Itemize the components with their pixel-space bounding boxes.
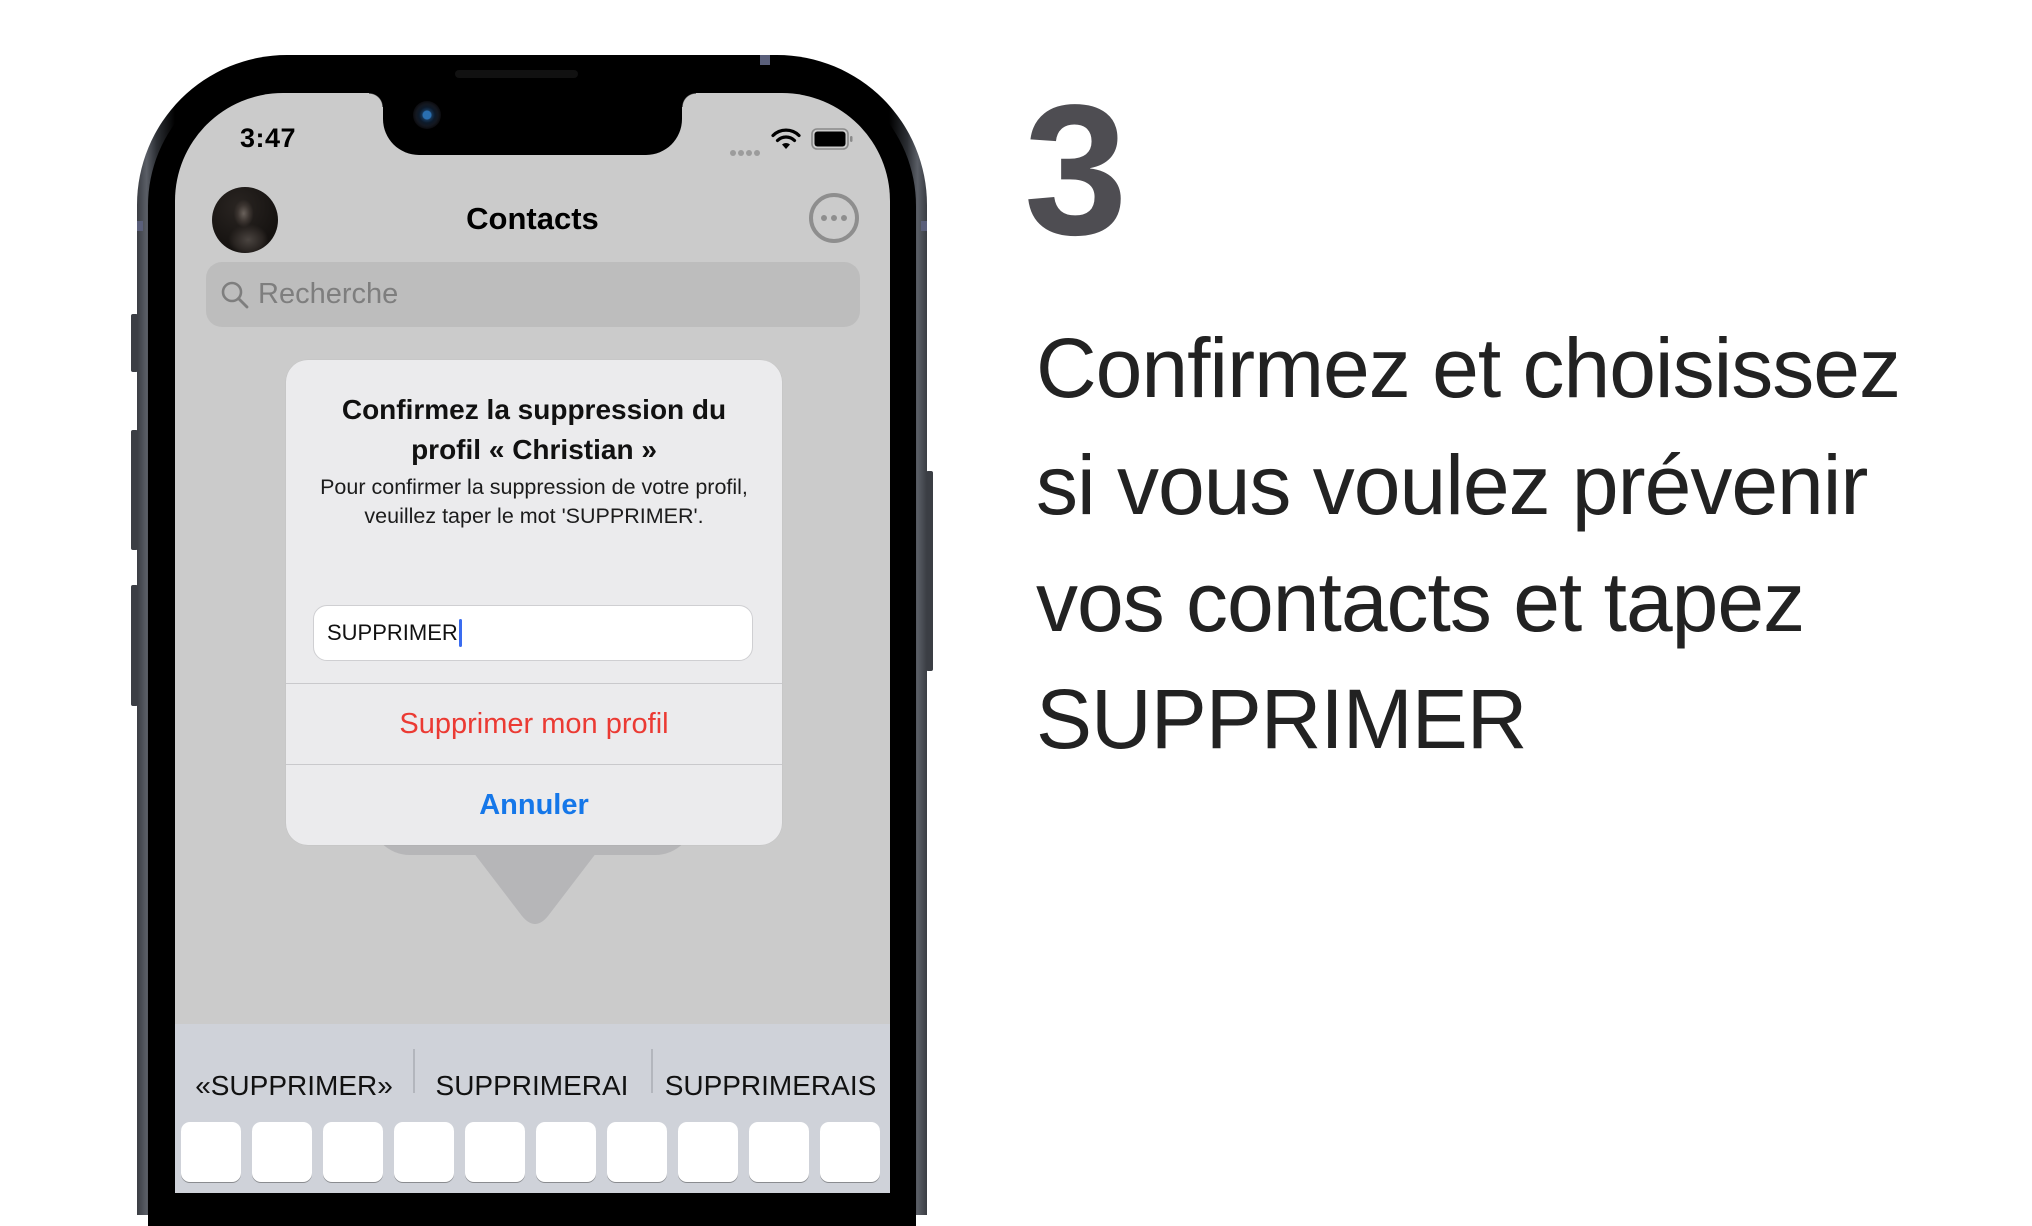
ellipsis-dot-icon bbox=[821, 215, 827, 221]
confirmation-text-value: SUPPRIMER bbox=[327, 620, 458, 645]
front-camera bbox=[413, 101, 441, 129]
alert-message: Pour confirmer la suppression de votre p… bbox=[320, 475, 748, 528]
status-time: 3:47 bbox=[240, 123, 297, 153]
caption-line: Confirmez et choisissez bbox=[1036, 321, 1901, 415]
alert-title: Confirmez la suppression du profil « Chr… bbox=[341, 394, 727, 465]
caption-line: SUPPRIMER bbox=[1036, 672, 1527, 766]
keyboard-key[interactable] bbox=[678, 1122, 738, 1182]
popover-arrow bbox=[470, 848, 600, 924]
caption-line: vos contacts et tapez bbox=[1036, 555, 1805, 649]
keyboard-suggestion[interactable]: SUPPRIMERAIS bbox=[651, 1064, 890, 1108]
ellipsis-dot-icon bbox=[841, 215, 847, 221]
search-icon bbox=[221, 281, 249, 308]
keyboard-key[interactable] bbox=[749, 1122, 809, 1182]
keyboard: «SUPPRIMER» SUPPRIMERAI SUPPRIMERAIS bbox=[175, 1024, 890, 1193]
keyboard-key[interactable] bbox=[323, 1122, 383, 1182]
antenna-band bbox=[137, 221, 143, 231]
keyboard-key[interactable] bbox=[536, 1122, 596, 1182]
step-caption: Confirmez et choisissez si vous voulez p… bbox=[1036, 310, 2026, 778]
step-number: 3 bbox=[1024, 67, 1128, 274]
wifi-icon bbox=[771, 128, 801, 149]
cancel-button[interactable]: Annuler bbox=[286, 765, 782, 845]
search-placeholder: Recherche bbox=[258, 278, 399, 310]
page-title: Contacts bbox=[466, 201, 599, 236]
cellular-signal-icon bbox=[730, 143, 762, 161]
keyboard-key[interactable] bbox=[820, 1122, 880, 1182]
keyboard-suggestion[interactable]: SUPPRIMERAI bbox=[413, 1064, 651, 1108]
power-button bbox=[926, 471, 933, 671]
antenna-band bbox=[921, 221, 927, 231]
keyboard-key[interactable] bbox=[607, 1122, 667, 1182]
search-input[interactable]: Recherche bbox=[206, 262, 860, 327]
battery-icon bbox=[811, 128, 853, 150]
earpiece-speaker bbox=[455, 70, 578, 78]
keyboard-key[interactable] bbox=[394, 1122, 454, 1182]
confirmation-text-field[interactable]: SUPPRIMER bbox=[313, 605, 753, 661]
keyboard-key[interactable] bbox=[252, 1122, 312, 1182]
more-options-button[interactable] bbox=[809, 193, 859, 243]
text-cursor bbox=[458, 619, 462, 647]
keyboard-key[interactable] bbox=[465, 1122, 525, 1182]
keyboard-key[interactable] bbox=[181, 1122, 241, 1182]
delete-profile-button[interactable]: Supprimer mon profil bbox=[286, 684, 782, 764]
keyboard-suggestion[interactable]: «SUPPRIMER» bbox=[175, 1064, 413, 1108]
confirm-delete-alert: Confirmez la suppression du profil « Chr… bbox=[286, 360, 782, 845]
phone-screen: 3:47 Contacts Recherche Confirmez la sup… bbox=[175, 93, 890, 1193]
caption-line: si vous voulez prévenir bbox=[1036, 438, 1868, 532]
ellipsis-dot-icon bbox=[831, 215, 837, 221]
antenna-band bbox=[760, 55, 770, 65]
